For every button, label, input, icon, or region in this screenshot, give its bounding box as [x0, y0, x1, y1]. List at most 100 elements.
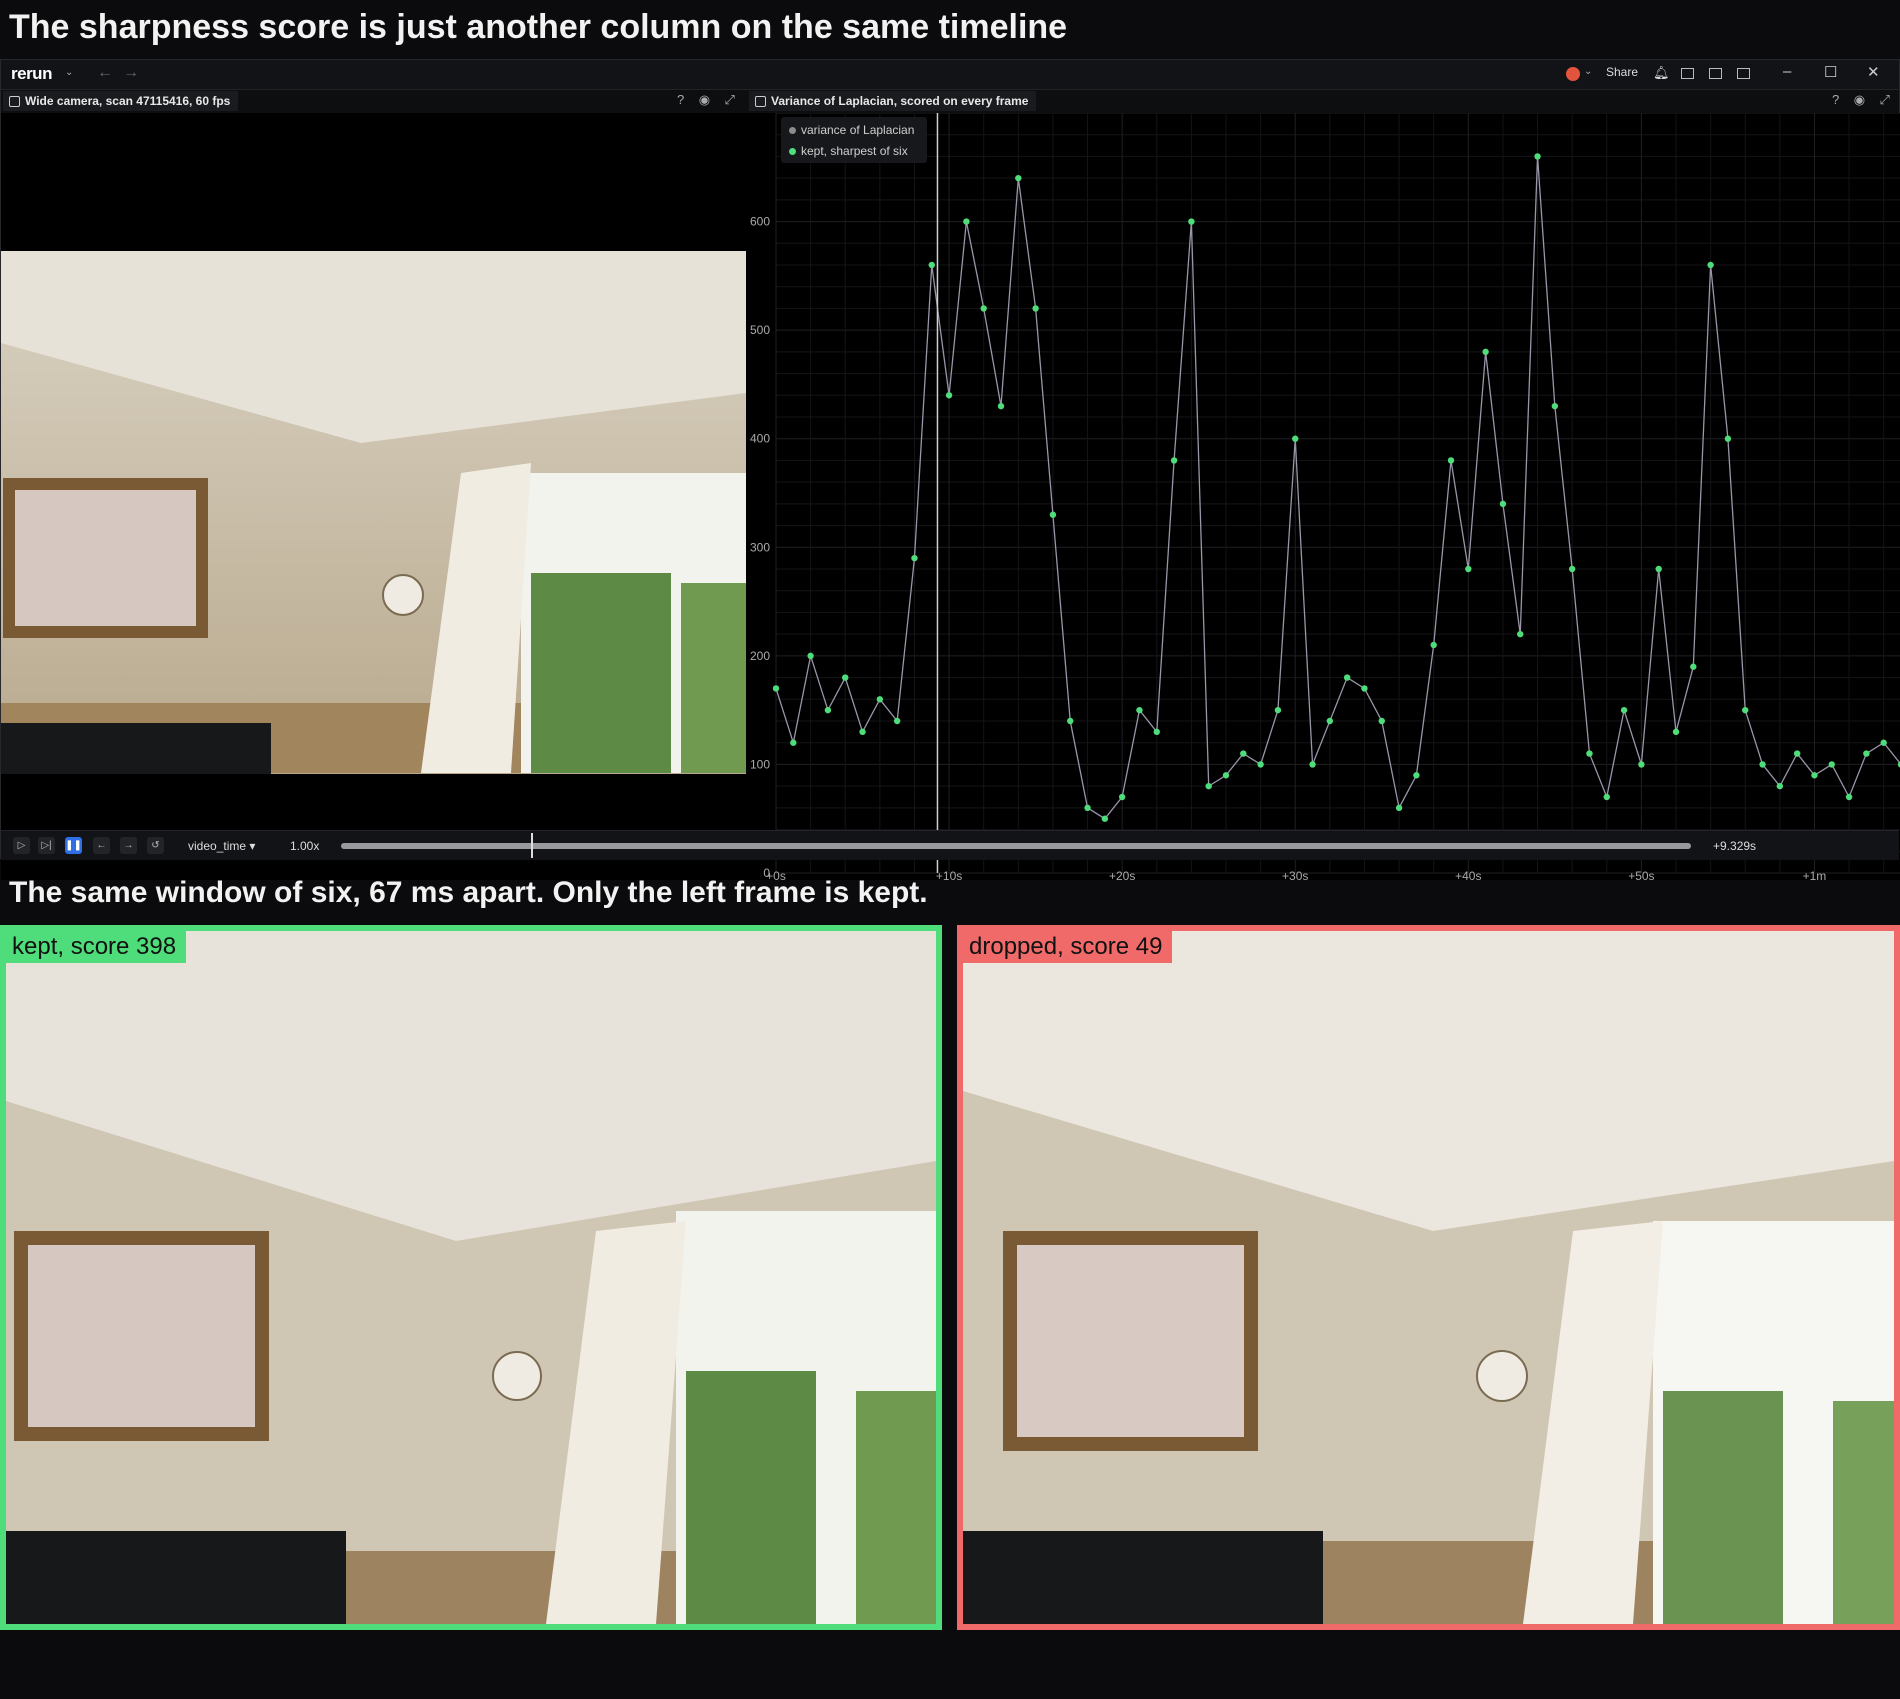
kept-point: [876, 696, 884, 703]
kept-point: [1084, 804, 1091, 812]
kept-point: [1759, 761, 1766, 768]
time-panel: ▷ ▷| ❚❚ ← → ↺ video_time ▾ 1.00x +9.329s: [1, 830, 1899, 860]
kept-point: [1742, 706, 1749, 714]
plot-panel-title: Variance of Laplacian, scored on every f…: [771, 94, 1029, 108]
kept-frame: kept, score 398: [0, 925, 942, 1630]
kept-point: [1845, 793, 1853, 801]
timeline-selector[interactable]: video_time ▾: [188, 839, 255, 853]
help-icon[interactable]: ?: [1832, 92, 1839, 107]
video-panel-title: Wide camera, scan 47115416, 60 fps: [25, 94, 231, 108]
series-line-variance: [775, 156, 1900, 820]
y-tick-label: 500: [750, 323, 770, 337]
time-cursor[interactable]: [531, 833, 533, 858]
share-button[interactable]: Share: [1606, 65, 1638, 79]
series-swatch: [789, 127, 796, 135]
toggle-bottom-panel-icon[interactable]: [1709, 68, 1722, 79]
kept-point: [790, 739, 797, 746]
kept-point: [1586, 750, 1593, 757]
kept-point: [1205, 782, 1212, 790]
step-forward-icon[interactable]: ▷|: [38, 837, 55, 854]
video-frame: [1, 113, 746, 774]
kept-point: [1188, 218, 1195, 225]
kept-point: [1447, 457, 1455, 464]
kept-point: [1638, 761, 1645, 768]
kept-point: [1413, 772, 1420, 779]
step-forward-arrow-icon[interactable]: →: [120, 837, 137, 854]
x-tick-label: +10s: [936, 869, 962, 880]
plot-canvas[interactable]: 0100200300400500600+0s +10s +20s +30s +40s +5…: [746, 113, 1900, 880]
maximize-panel-icon[interactable]: ⤢: [724, 92, 734, 107]
kept-point: [1326, 717, 1334, 725]
section-headline: The same window of six, 67 ms apart. Onl…: [9, 876, 928, 909]
video-view[interactable]: [1, 113, 746, 880]
kept-point: [1240, 750, 1247, 757]
kept-point: [1309, 761, 1316, 768]
kept-point: [1863, 750, 1870, 757]
minimize-icon[interactable]: –: [1783, 63, 1791, 80]
timeline-data-density: [341, 843, 1691, 849]
y-tick-label: 200: [750, 649, 770, 663]
timeline-name: video_time: [188, 839, 247, 853]
plot-view[interactable]: 0 100 200 300 400 500 600 +0s +10s +20s +30s +40s +5…: [746, 113, 1900, 880]
kept-point: [1551, 402, 1559, 410]
x-tick-label: +40s: [1455, 869, 1481, 880]
kept-point: [1032, 305, 1039, 312]
rerun-viewer: rerun ⌄ ← → ⌄ Share 🔔︎ – ☐ ✕ Wide camera…: [0, 59, 1900, 880]
kept-point: [945, 392, 953, 399]
kept-point: [1067, 717, 1074, 725]
eye-icon[interactable]: ◉: [1854, 92, 1865, 107]
chevron-down-icon[interactable]: ⌄: [1584, 66, 1592, 77]
kept-point: [1136, 706, 1143, 714]
step-back-arrow-icon[interactable]: ←: [93, 837, 110, 854]
plot-panel-tab[interactable]: Variance of Laplacian, scored on every f…: [749, 91, 1037, 111]
bell-icon[interactable]: 🔔︎: [1653, 65, 1670, 81]
kept-point: [1378, 717, 1385, 725]
chevron-down-icon[interactable]: ⌄: [65, 67, 73, 78]
close-icon[interactable]: ✕: [1867, 63, 1880, 81]
pause-button[interactable]: ❚❚: [65, 837, 82, 854]
kept-point: [1880, 739, 1887, 746]
loop-icon[interactable]: ↺: [147, 837, 164, 854]
maximize-panel-icon[interactable]: ⤢: [1879, 92, 1889, 107]
kept-point: [1672, 728, 1680, 736]
timeline-track[interactable]: [341, 843, 1691, 849]
rerun-logo[interactable]: rerun: [11, 64, 52, 84]
kept-point: [1517, 630, 1524, 638]
kept-point: [1534, 153, 1541, 160]
kept-point: [807, 652, 814, 660]
legend-item-variance[interactable]: variance of Laplacian: [789, 123, 914, 137]
kept-point: [1690, 663, 1697, 670]
toggle-right-panel-icon[interactable]: [1737, 68, 1750, 79]
current-time-readout[interactable]: +9.329s: [1713, 839, 1756, 853]
avatar[interactable]: [1566, 67, 1580, 81]
kept-point: [980, 305, 987, 312]
kept-point: [824, 706, 832, 714]
kept-point: [1274, 706, 1282, 714]
maximize-icon[interactable]: ☐: [1824, 63, 1837, 81]
kept-frame-image: [6, 931, 936, 1624]
kept-point: [1222, 772, 1230, 779]
help-icon[interactable]: ?: [677, 92, 684, 107]
dropped-frame: dropped, score 49: [957, 925, 1900, 1630]
kept-point: [1430, 641, 1437, 649]
chart-icon: [755, 95, 766, 107]
kept-point: [1776, 782, 1784, 790]
x-tick-label: +30s: [1282, 869, 1308, 880]
kept-point: [1568, 565, 1576, 573]
x-tick-label: +20s: [1109, 869, 1135, 880]
playback-speed[interactable]: 1.00x: [290, 839, 319, 853]
kept-point: [1828, 761, 1835, 768]
eye-icon[interactable]: ◉: [699, 92, 710, 107]
kept-point: [772, 685, 780, 692]
legend-item-kept[interactable]: kept, sharpest of six: [789, 144, 908, 158]
kept-point: [1343, 674, 1351, 681]
back-arrow-icon[interactable]: ←: [97, 64, 113, 82]
kept-point: [1482, 348, 1489, 356]
forward-arrow-icon[interactable]: →: [123, 64, 139, 82]
view-icon: [9, 95, 20, 107]
play-icon[interactable]: ▷: [13, 837, 30, 854]
video-panel-tab[interactable]: Wide camera, scan 47115416, 60 fps: [3, 91, 239, 111]
kept-point: [1603, 793, 1610, 801]
toggle-left-panel-icon[interactable]: [1681, 68, 1694, 79]
x-tick-label: +1m: [1803, 869, 1827, 880]
